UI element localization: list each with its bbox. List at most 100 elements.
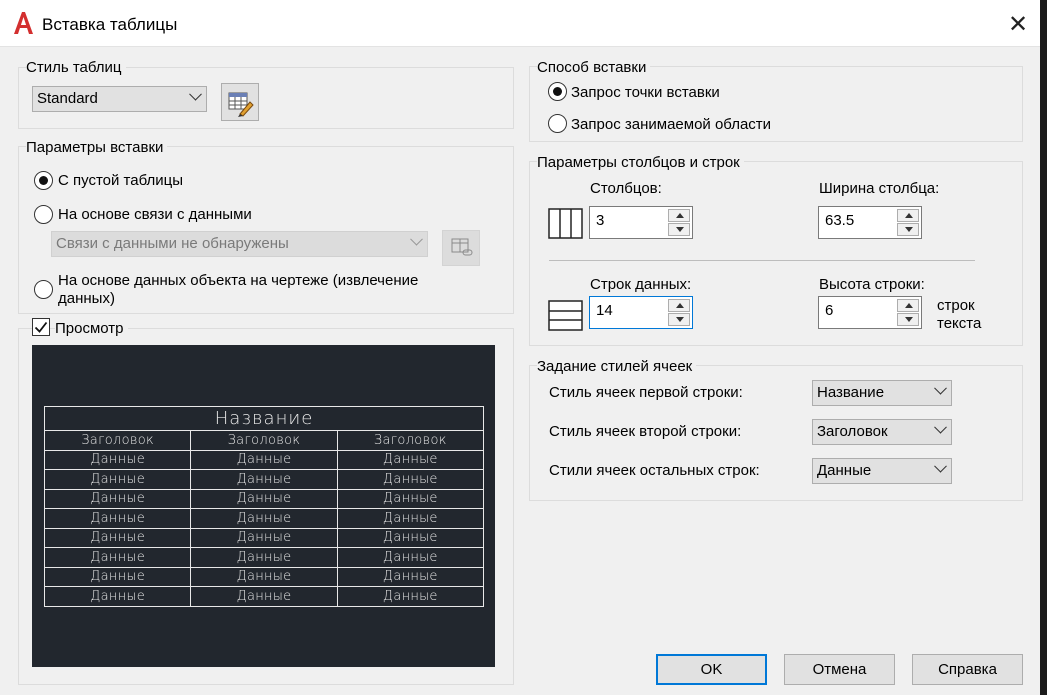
chevron-down-icon — [934, 381, 947, 395]
row-height-up-arrow-icon[interactable] — [897, 299, 919, 312]
preview-data-row: Данные Данные Данные — [43, 469, 485, 490]
preview-data-cell: Данные — [190, 449, 338, 470]
columns-icon — [548, 208, 583, 239]
preview-data-cell: Данные — [336, 527, 485, 548]
preview-title-cell: Название — [44, 406, 484, 431]
chevron-down-icon — [934, 420, 947, 434]
preview-title-row: Название — [44, 406, 484, 431]
preview-data-cell: Данные — [43, 586, 192, 607]
column-row-label: Параметры столбцов и строк — [537, 154, 744, 171]
insert-method-label: Способ вставки — [537, 59, 651, 76]
column-width-label: Ширина столбца: — [819, 180, 940, 197]
preview-data-row: Данные Данные Данные — [43, 488, 485, 509]
autocad-logo-icon — [14, 12, 33, 34]
chevron-down-icon — [410, 232, 423, 246]
radio-empty-table-label[interactable]: С пустой таблицы — [58, 172, 183, 189]
second-row-style-label: Стиль ячеек второй строки: — [549, 423, 742, 440]
cell-styles-label: Задание стилей ячеек — [537, 358, 697, 375]
preview-data-cell: Данные — [190, 586, 338, 607]
first-row-style-select[interactable]: Название — [812, 380, 952, 406]
preview-data-cell: Данные — [336, 566, 485, 587]
preview-data-cell: Данные — [190, 469, 338, 490]
preview-data-row: Данные Данные Данные — [43, 586, 485, 607]
row-height-unit: строк текста — [937, 297, 982, 332]
preview-data-cell: Данные — [43, 469, 192, 490]
table-style-value: Standard — [37, 90, 98, 107]
data-rows-label: Строк данных: — [590, 276, 692, 293]
data-rows-value: 14 — [596, 302, 613, 319]
radio-data-link[interactable] — [34, 205, 53, 224]
columns-input[interactable]: 3 — [589, 206, 693, 239]
radio-data-extraction[interactable] — [34, 280, 53, 299]
preview-data-cell: Данные — [336, 449, 485, 470]
radio-window-area[interactable] — [548, 114, 567, 133]
preview-table: Название Заголовок Заголовок Заголовок Данны… — [43, 406, 485, 607]
chevron-down-icon — [189, 87, 202, 101]
chevron-down-icon — [934, 459, 947, 473]
table-style-select[interactable]: Standard — [32, 86, 207, 112]
table-style-label: Стиль таблиц — [26, 59, 126, 76]
preview-checkbox[interactable] — [32, 318, 50, 336]
preview-data-cell: Данные — [336, 586, 485, 607]
radio-data-extraction-label[interactable]: На основе данных объекта на чертеже (изв… — [58, 272, 458, 308]
preview-data-cell: Данные — [43, 508, 192, 529]
preview-data-cell: Данные — [190, 488, 338, 509]
data-rows-input[interactable]: 14 — [589, 296, 693, 329]
second-row-style-value: Заголовок — [817, 423, 888, 440]
row-height-input[interactable]: 6 — [818, 296, 922, 329]
cancel-button[interactable]: Отмена — [784, 654, 895, 685]
data-link-manager-icon — [451, 238, 473, 256]
insert-options-label: Параметры вставки — [26, 139, 168, 156]
preview-data-cell: Данные — [336, 547, 485, 568]
column-width-input[interactable]: 63.5 — [818, 206, 922, 239]
radio-window-area-label[interactable]: Запрос занимаемой области — [571, 116, 771, 133]
preview-data-cell: Данные — [190, 547, 338, 568]
row-height-label: Высота строки: — [819, 276, 925, 293]
radio-empty-table[interactable] — [34, 171, 53, 190]
first-row-style-value: Название — [817, 384, 885, 401]
columns-down-arrow-icon[interactable] — [668, 223, 690, 236]
preview-data-row: Данные Данные Данные — [43, 449, 485, 470]
data-rows-down-arrow-icon[interactable] — [668, 313, 690, 326]
other-rows-style-label: Стили ячеек остальных строк: — [549, 462, 760, 479]
columns-value: 3 — [596, 212, 605, 229]
preview-data-row: Данные Данные Данные — [43, 527, 485, 548]
preview-data-cell: Данные — [43, 547, 192, 568]
column-width-down-arrow-icon[interactable] — [897, 223, 919, 236]
preview-data-row: Данные Данные Данные — [43, 508, 485, 529]
data-rows-up-arrow-icon[interactable] — [668, 299, 690, 312]
other-rows-style-select[interactable]: Данные — [812, 458, 952, 484]
data-link-manager-button — [442, 230, 480, 266]
rows-icon — [548, 300, 583, 331]
data-link-select: Связи с данными не обнаружены — [51, 231, 428, 257]
preview-data-cell: Данные — [336, 469, 485, 490]
preview-data-cell: Данные — [190, 508, 338, 529]
row-height-value: 6 — [825, 302, 834, 319]
divider — [549, 260, 975, 261]
preview-header-row: Заголовок Заголовок Заголовок — [43, 430, 485, 451]
row-height-down-arrow-icon[interactable] — [897, 313, 919, 326]
preview-checkbox-label[interactable]: Просмотр — [55, 320, 128, 337]
preview-data-cell: Данные — [336, 488, 485, 509]
table-style-edit-button[interactable] — [221, 83, 259, 121]
preview-data-cell: Данные — [43, 488, 192, 509]
ok-button[interactable]: OK — [656, 654, 767, 685]
preview-data-cell: Данные — [43, 527, 192, 548]
close-icon[interactable]: ✕ — [1006, 10, 1030, 38]
title-bar: Вставка таблицы ✕ — [0, 0, 1047, 47]
radio-insert-point-label[interactable]: Запрос точки вставки — [571, 84, 720, 101]
checkmark-icon — [34, 321, 48, 333]
preview-data-cell: Данные — [190, 566, 338, 587]
columns-up-arrow-icon[interactable] — [668, 209, 690, 222]
radio-insert-point[interactable] — [548, 82, 567, 101]
preview-header-cell: Заголовок — [43, 430, 192, 451]
preview-data-cell: Данные — [336, 508, 485, 529]
preview-data-cell: Данные — [43, 449, 192, 470]
column-width-value: 63.5 — [825, 212, 855, 229]
radio-data-link-label[interactable]: На основе связи с данными — [58, 206, 252, 223]
first-row-style-label: Стиль ячеек первой строки: — [549, 384, 743, 401]
second-row-style-select[interactable]: Заголовок — [812, 419, 952, 445]
help-button[interactable]: Справка — [912, 654, 1023, 685]
table-style-edit-icon — [228, 92, 254, 117]
column-width-up-arrow-icon[interactable] — [897, 209, 919, 222]
